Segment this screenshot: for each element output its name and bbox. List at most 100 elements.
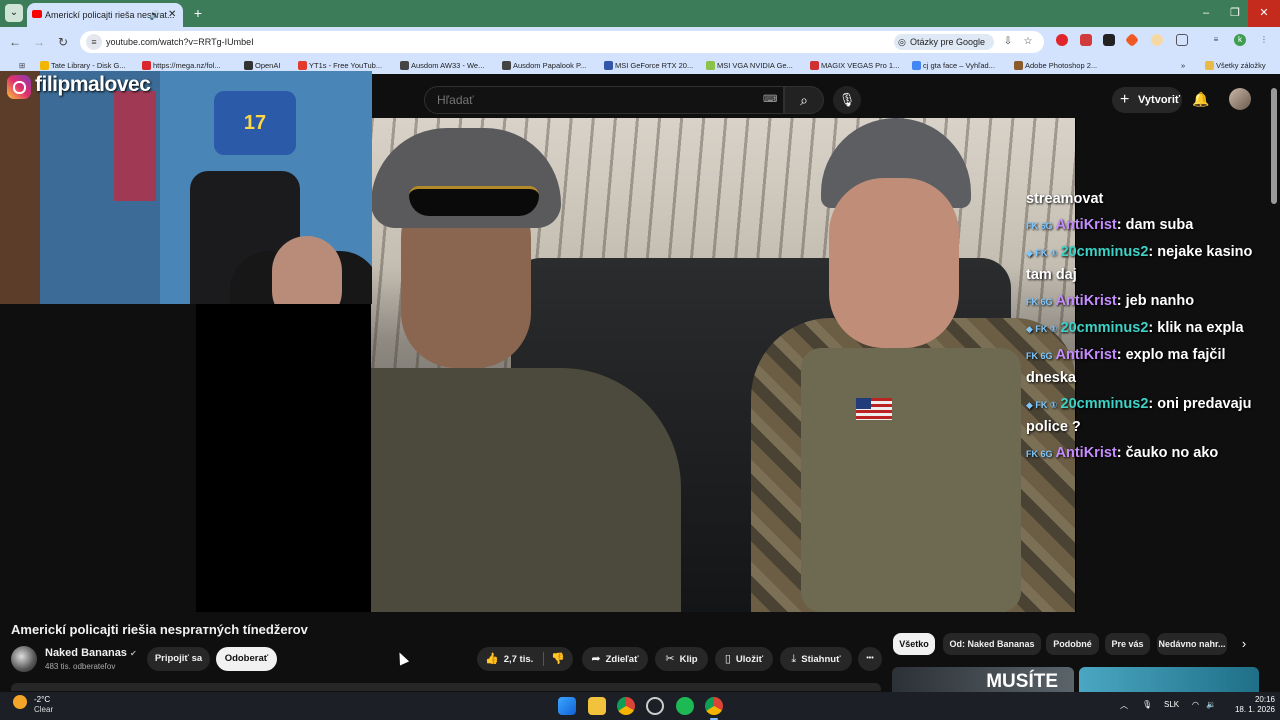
chat-message: streamovat [1026,188,1276,210]
instagram-handle: filipmalovec [35,73,151,96]
ask-google-chip[interactable]: Otázky pre Google [894,34,994,50]
join-button[interactable]: Pripojiť sa [147,647,210,671]
tab-close-icon[interactable]: ✕ [168,3,176,27]
bookmark-item[interactable]: MSI GeForce RTX 20... [604,57,693,74]
reload-icon[interactable]: ↻ [54,33,72,51]
like-count: 2,7 tis. [503,654,534,665]
bookmark-star-icon[interactable]: ☆ [1020,34,1036,50]
tray-microphone-icon[interactable]: 🎙 [1142,700,1152,709]
download-button[interactable]: ⤓ Stiahnuť [780,647,852,671]
restore-button[interactable]: ❐ [1219,0,1251,27]
stream-chat-overlay: streamovat FK 6G AntiKrist: dam suba ◆ FK ①… [1026,188,1276,469]
page-scrollbar[interactable] [1271,88,1277,204]
webcam-overlay: 17 filipmalovec [0,71,372,304]
wifi-icon[interactable]: ◠ [1192,700,1199,709]
address-bar[interactable]: ≡ youtube.com/watch?v=RRTg-IUmbeI Otázky… [80,31,1044,53]
more-actions-button[interactable]: ••• [858,647,882,671]
bookmark-item[interactable]: Adobe Photoshop 2... [1014,57,1097,74]
chat-username: AntiKrist [1055,293,1117,309]
description-box[interactable] [11,683,881,691]
plus-icon: + [1120,91,1130,108]
start-windows-icon[interactable] [558,697,576,715]
clip-button[interactable]: ✂ Klip [655,647,708,671]
new-tab-button[interactable]: + [188,3,208,23]
forward-arrow-icon[interactable]: → [30,33,48,51]
create-label: Vytvoriť [1138,94,1181,106]
filter-chip[interactable]: Pre vás [1105,633,1150,655]
chat-badge-icon: FK 6G [1026,221,1053,231]
account-avatar[interactable] [1229,88,1251,110]
speaker-icon[interactable]: 🔊 [149,3,160,27]
create-button[interactable]: + Vytvoriť [1112,87,1182,113]
active-tab[interactable]: Americkí policajti rieša nesprat... 🔊 ✕ [27,3,183,27]
thumbs-down-icon[interactable]: 👎 [551,647,565,671]
recommended-thumbnail[interactable] [1079,667,1259,692]
filter-chip[interactable]: Podobné [1046,633,1099,655]
all-bookmarks-button[interactable]: Všetky záložky [1205,57,1266,74]
site-info-icon[interactable]: ≡ [86,34,102,50]
menu-dots-icon[interactable]: ⋮ [1258,34,1270,46]
opera-extension-icon[interactable] [1056,34,1068,46]
download-icon: ⤓ [791,653,797,665]
search-button[interactable]: ⌕ [784,86,824,114]
bookmark-item[interactable]: MAGIX VEGAS Pro 1... [810,57,899,74]
weather-icon[interactable] [13,695,27,709]
chat-username: AntiKrist [1055,347,1117,363]
filter-chip[interactable]: Všetko [893,633,935,655]
filter-chip[interactable]: Nedávno nahr... [1157,633,1227,655]
voice-search-button[interactable]: 🎙 [833,86,861,114]
obs-icon[interactable] [646,697,664,715]
puzzle-extensions-icon[interactable] [1176,34,1188,46]
bookmarks-overflow-button[interactable]: » [1170,57,1185,74]
chat-message: FK 6G AntiKrist: explo ma fajčil dneska [1026,344,1276,389]
instagram-icon [7,75,31,99]
file-explorer-icon[interactable] [588,697,606,715]
clock-time[interactable]: 20:16 [1249,695,1275,704]
chat-badge-icon: FK 6G [1026,297,1053,307]
recommended-thumbnail[interactable]: MUSÍTE [892,667,1074,692]
volume-icon[interactable]: 🔉 [1206,700,1216,709]
share-button[interactable]: ➦ Zdieľať [582,647,648,671]
extension-icon[interactable] [1103,34,1115,46]
tab-search-button[interactable]: ⌄ [5,4,23,22]
channel-name[interactable]: Naked Bananas ✔ [45,647,137,659]
tray-chevron-icon[interactable]: ︿ [1120,700,1128,711]
chat-username: AntiKrist [1055,217,1117,233]
tab-strip: ⌄ Americkí policajti rieša nesprat... 🔊 … [0,0,1280,27]
chevron-right-icon[interactable]: › [1236,635,1252,653]
extension-icon[interactable] [1151,34,1163,46]
search-box[interactable]: ⌨ [424,86,784,114]
spotify-icon[interactable] [676,697,694,715]
tab-groups-icon[interactable]: ≡ [1210,34,1222,46]
bookmark-item[interactable]: cj gta face – Vyhľad... [912,57,995,74]
bookmark-item[interactable]: Ausdom AW33 - We... [400,57,484,74]
profile-icon[interactable]: k [1234,34,1246,46]
keyboard-icon[interactable]: ⌨ [763,94,777,105]
install-icon[interactable]: ⇩ [1000,34,1016,50]
bookmark-item[interactable]: Ausdom Papalook P... [502,57,586,74]
weather-temperature[interactable]: -2°C [34,695,50,704]
close-window-button[interactable]: ✕ [1248,0,1280,27]
verified-check-icon: ✔ [129,649,137,658]
extension-icon[interactable] [1080,34,1092,46]
weather-condition[interactable]: Clear [34,705,53,714]
chat-message: FK 6G AntiKrist: čauko no ako [1026,442,1276,465]
bookmark-icon: ▯ [724,653,731,665]
minimize-button[interactable]: – [1190,0,1222,27]
url-text[interactable]: youtube.com/watch?v=RRTg-IUmbeI [106,31,254,53]
search-input[interactable] [435,87,735,113]
subscribe-button[interactable]: Odoberať [216,647,277,671]
back-arrow-icon[interactable]: ← [6,33,24,51]
filter-chip[interactable]: Od: Naked Bananas [943,633,1041,655]
chat-username: 20cmminus2 [1060,244,1149,260]
bookmark-item[interactable]: MSI VGA NVIDIA Ge... [706,57,793,74]
clock-date[interactable]: 18. 1. 2026 [1228,705,1275,714]
notifications-bell-icon[interactable]: 🔔 [1191,88,1211,110]
channel-avatar[interactable] [11,646,37,672]
subscriber-count: 483 tis. odberateľov [45,662,116,671]
save-button[interactable]: ▯ Uložiť [715,647,773,671]
chrome-icon[interactable] [617,697,635,715]
language-indicator[interactable]: SLK [1164,700,1179,709]
like-button[interactable]: 👍 2,7 tis. 👎 [477,647,573,671]
chrome-active-icon[interactable] [705,697,723,720]
